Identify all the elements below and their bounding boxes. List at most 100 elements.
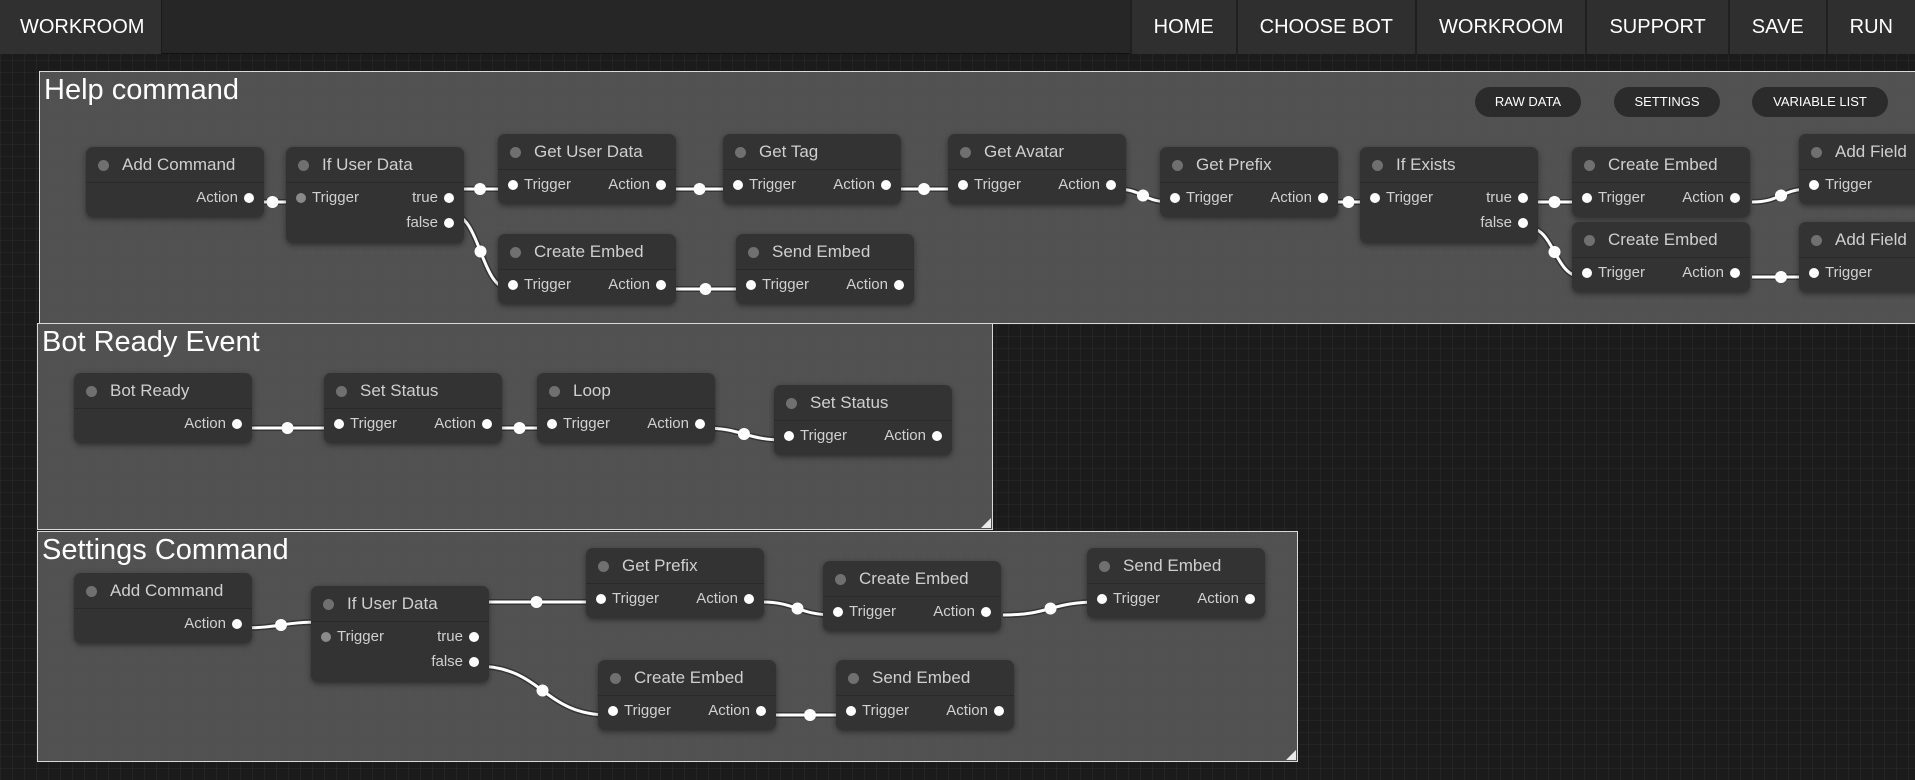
node-title: Add Field [1835, 230, 1907, 249]
node-title: Send Embed [872, 668, 971, 687]
output-port-action[interactable]: Action [846, 276, 904, 294]
node-title: Set Status [810, 393, 889, 412]
raw-data-button[interactable]: RAW DATA [1475, 87, 1581, 117]
output-port-action[interactable]: Action [1197, 590, 1255, 608]
node-status-dot [1372, 160, 1383, 171]
output-port-action[interactable]: Action [1058, 176, 1116, 194]
nav-choose-bot-button[interactable]: CHOOSE BOT [1235, 0, 1416, 54]
node-if-exists[interactable]: If Exists Trigger true false [1360, 147, 1538, 243]
node-add-field[interactable]: Add Field Trigger A [1799, 222, 1915, 292]
node-title: Add Command [122, 155, 236, 174]
node-create-embed[interactable]: Create Embed Trigger Action [598, 660, 776, 730]
node-title: Send Embed [1123, 556, 1222, 575]
node-get-prefix[interactable]: Get Prefix Trigger Action [1160, 147, 1338, 217]
node-status-dot [86, 386, 97, 397]
node-status-dot [598, 561, 609, 572]
input-port-trigger[interactable]: Trigger [508, 276, 571, 294]
input-port-trigger[interactable]: Trigger [608, 702, 671, 720]
input-port-trigger[interactable]: Trigger [296, 189, 359, 207]
node-loop[interactable]: Loop Trigger Action [537, 373, 715, 443]
node-create-embed[interactable]: Create Embed Trigger Action [823, 561, 1001, 631]
node-title: Create Embed [859, 569, 969, 588]
output-port-action[interactable]: Action [946, 702, 1004, 720]
input-port-trigger[interactable]: Trigger [1809, 264, 1872, 282]
input-port-trigger[interactable]: Trigger [1582, 189, 1645, 207]
nav-run-button[interactable]: RUN [1825, 0, 1915, 54]
app-title[interactable]: WORKROOM [0, 0, 162, 54]
group-title: Help command [44, 74, 240, 106]
input-port-trigger[interactable]: Trigger [846, 702, 909, 720]
input-port-trigger[interactable]: Trigger [733, 176, 796, 194]
output-port-action[interactable]: Action [1682, 189, 1740, 207]
input-port-trigger[interactable]: Trigger [596, 590, 659, 608]
output-port-action[interactable]: Action [647, 415, 705, 433]
node-send-embed[interactable]: Send Embed Trigger Action [736, 234, 914, 304]
input-port-trigger[interactable]: Trigger [784, 427, 847, 445]
node-create-embed[interactable]: Create Embed Trigger Action [1572, 147, 1750, 217]
node-status-dot [610, 673, 621, 684]
node-add-field[interactable]: Add Field Trigger A [1799, 134, 1915, 204]
output-port-action[interactable]: Action [184, 615, 242, 633]
input-port-trigger[interactable]: Trigger [508, 176, 571, 194]
nav-workroom-button[interactable]: WORKROOM [1415, 0, 1586, 54]
output-port-action[interactable]: Action [933, 603, 991, 621]
node-set-status[interactable]: Set Status Trigger Action [324, 373, 502, 443]
output-port-false[interactable]: false [431, 653, 479, 671]
node-get-user-data[interactable]: Get User Data Trigger Action [498, 134, 676, 204]
output-port-false[interactable]: false [1480, 214, 1528, 232]
nav-home-button[interactable]: HOME [1129, 0, 1236, 54]
node-create-embed[interactable]: Create Embed Trigger Action [498, 234, 676, 304]
nav-support-button[interactable]: SUPPORT [1585, 0, 1728, 54]
node-send-embed[interactable]: Send Embed Trigger Action [1087, 548, 1265, 618]
variable-list-button[interactable]: VARIABLE LIST [1752, 87, 1888, 117]
node-add-command[interactable]: Add Command Action [86, 147, 264, 217]
output-port-action[interactable]: Action [1270, 189, 1328, 207]
input-port-trigger[interactable]: Trigger [334, 415, 397, 433]
input-port-trigger[interactable]: Trigger [321, 628, 384, 646]
input-port-trigger[interactable]: Trigger [958, 176, 1021, 194]
input-port-trigger[interactable]: Trigger [547, 415, 610, 433]
node-send-embed[interactable]: Send Embed Trigger Action [836, 660, 1014, 730]
node-set-status[interactable]: Set Status Trigger Action [774, 385, 952, 455]
output-port-true[interactable]: true [1486, 189, 1528, 207]
settings-button[interactable]: SETTINGS [1614, 87, 1720, 117]
node-if-user-data[interactable]: If User Data Trigger true false [311, 586, 489, 682]
resize-handle[interactable] [981, 518, 991, 528]
input-port-trigger[interactable]: Trigger [1170, 189, 1233, 207]
node-if-user-data[interactable]: If User Data Trigger true false [286, 147, 464, 243]
output-port-action[interactable]: Action [608, 276, 666, 294]
node-title: Bot Ready [110, 381, 190, 400]
input-port-trigger[interactable]: Trigger [833, 603, 896, 621]
input-port-trigger[interactable]: Trigger [1582, 264, 1645, 282]
output-port-action[interactable]: Action [884, 427, 942, 445]
output-port-false[interactable]: false [406, 214, 454, 232]
node-title: Get Avatar [984, 142, 1065, 161]
output-port-true[interactable]: true [412, 189, 454, 207]
input-port-trigger[interactable]: Trigger [746, 276, 809, 294]
nav-save-button[interactable]: SAVE [1727, 0, 1826, 54]
output-port-true[interactable]: true [437, 628, 479, 646]
output-port-action[interactable]: Action [708, 702, 766, 720]
node-get-avatar[interactable]: Get Avatar Trigger Action [948, 134, 1126, 204]
resize-handle[interactable] [1286, 750, 1296, 760]
output-port-action[interactable]: Action [1682, 264, 1740, 282]
node-status-dot [298, 160, 309, 171]
node-status-dot [549, 386, 560, 397]
output-port-action[interactable]: Action [196, 189, 254, 207]
output-port-action[interactable]: Action [184, 415, 242, 433]
input-port-trigger[interactable]: Trigger [1097, 590, 1160, 608]
node-add-command[interactable]: Add Command Action [74, 573, 252, 643]
node-bot-ready[interactable]: Bot Ready Action [74, 373, 252, 443]
input-port-trigger[interactable]: Trigger [1370, 189, 1433, 207]
output-port-action[interactable]: Action [608, 176, 666, 194]
node-create-embed[interactable]: Create Embed Trigger Action [1572, 222, 1750, 292]
output-port-action[interactable]: Action [434, 415, 492, 433]
node-title: Add Command [110, 581, 224, 600]
node-get-tag[interactable]: Get Tag Trigger Action [723, 134, 901, 204]
node-title: Loop [573, 381, 611, 400]
node-status-dot [786, 398, 797, 409]
output-port-action[interactable]: Action [696, 590, 754, 608]
output-port-action[interactable]: Action [833, 176, 891, 194]
node-get-prefix[interactable]: Get Prefix Trigger Action [586, 548, 764, 618]
input-port-trigger[interactable]: Trigger [1809, 176, 1872, 194]
